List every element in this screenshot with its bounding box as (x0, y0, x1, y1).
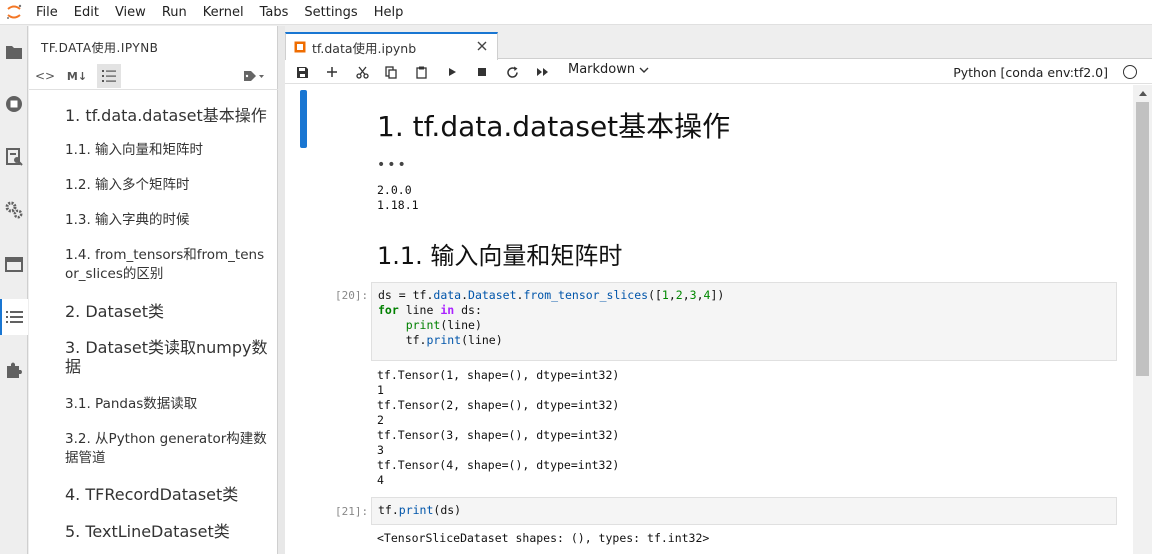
toc-title: TF.DATA使用.IPYNB (41, 41, 159, 55)
cell-collapser[interactable] (300, 90, 307, 148)
toc-item[interactable]: 3.1. Pandas数据读取 (65, 395, 270, 414)
menu-run[interactable]: Run (154, 0, 195, 25)
panel-resize-handle[interactable] (278, 26, 285, 554)
menu-tabs[interactable]: Tabs (252, 0, 297, 25)
markdown-heading-1: 1. tf.data.dataset基本操作 (377, 110, 731, 143)
toc-item[interactable]: 2. Dataset类 (65, 302, 270, 321)
chevron-down-icon (639, 66, 649, 74)
toc-toolbar: <> M↓ (29, 62, 278, 90)
markdown-heading-2: 1.1. 输入向量和矩阵时 (377, 242, 623, 270)
toc-item[interactable]: 1.1. 输入向量和矩阵时 (65, 141, 270, 160)
notebook-toolbar: Markdown Python [conda env:tf2.0] (285, 60, 1152, 84)
toc-item[interactable]: 3. Dataset类读取numpy数据 (65, 338, 270, 376)
cut-icon[interactable] (349, 60, 375, 84)
code-cell-editor[interactable]: ds = tf.data.Dataset.from_tensor_slices(… (371, 282, 1117, 361)
add-cell-icon[interactable] (319, 60, 345, 84)
code-line: tf.print(line) (378, 333, 503, 347)
close-icon[interactable] (473, 37, 491, 55)
gears-icon[interactable] (0, 192, 28, 228)
fast-forward-icon[interactable] (529, 60, 555, 84)
jupyterlab-window: File Edit View Run Kernel Tabs Settings … (0, 0, 1152, 554)
cell-output: 2.0.0 1.18.1 (377, 183, 419, 212)
commands-icon[interactable] (0, 139, 28, 175)
tag-filter-icon[interactable] (239, 64, 269, 88)
restart-icon[interactable] (499, 60, 525, 84)
cell-prompt: [20]: (335, 289, 369, 302)
toc-item[interactable]: 1.2. 输入多个矩阵时 (65, 176, 270, 195)
folder-icon[interactable] (0, 34, 28, 70)
toc-icon[interactable] (0, 299, 28, 335)
cell-type-value: Markdown (568, 62, 636, 77)
kernel-name[interactable]: Python [conda env:tf2.0] (953, 65, 1108, 80)
menu-file[interactable]: File (28, 0, 66, 25)
kernel-status-icon (1123, 65, 1137, 79)
jupyter-logo-icon (0, 0, 28, 25)
extension-icon[interactable] (0, 352, 28, 388)
scrollbar[interactable] (1133, 85, 1152, 554)
left-sidebar-tabs (0, 26, 28, 554)
toc-item[interactable]: 1.4. from_tensors和from_tensor_slices的区别 (65, 246, 270, 284)
menu-help[interactable]: Help (366, 0, 412, 25)
code-cell-editor[interactable]: tf.print(ds) (371, 497, 1117, 525)
run-icon[interactable] (439, 60, 465, 84)
running-icon[interactable] (0, 86, 28, 122)
paste-icon[interactable] (408, 60, 434, 84)
copy-icon[interactable] (378, 60, 404, 84)
toc-item[interactable]: 1.3. 输入字典的时候 (65, 211, 270, 230)
menu-kernel[interactable]: Kernel (195, 0, 252, 25)
notebook-content: 1. tf.data.dataset基本操作 ••• 2.0.0 1.18.1 … (285, 85, 1133, 554)
cell-prompt: [21]: (335, 505, 369, 518)
table-of-contents-panel: TF.DATA使用.IPYNB <> M↓ 1. tf.data.dataset… (29, 26, 278, 554)
toc-item[interactable]: 3.2. 从Python generator构建数据管道 (65, 430, 270, 468)
toc-item[interactable]: 1. tf.data.dataset基本操作 (65, 106, 270, 125)
stop-icon[interactable] (469, 60, 495, 84)
menu-edit[interactable]: Edit (66, 0, 107, 25)
collapsed-output-ellipsis[interactable]: ••• (377, 157, 408, 173)
code-line: ds = tf.data.Dataset.from_tensor_slices(… (378, 288, 725, 302)
cell-type-dropdown[interactable]: Markdown (568, 62, 649, 77)
scrollbar-thumb[interactable] (1136, 102, 1149, 376)
tab-label: tf.data使用.ipynb (312, 40, 417, 56)
toc-item[interactable]: 5. TextLineDataset类 (65, 522, 270, 541)
main-dock-panel: tf.data使用.ipynb Markdown Python [conda e… (285, 26, 1152, 554)
notebook-tab[interactable]: tf.data使用.ipynb (285, 32, 498, 60)
scroll-up-arrow-icon[interactable] (1133, 85, 1152, 101)
code-toggle-icon[interactable]: <> (33, 64, 57, 88)
cell-output: <TensorSliceDataset shapes: (), types: t… (377, 531, 710, 545)
code-line: print(line) (405, 318, 482, 332)
cell-output: tf.Tensor(1, shape=(), dtype=int32) 1 tf… (377, 368, 620, 487)
menu-view[interactable]: View (107, 0, 154, 25)
code-line: for line in ds: (378, 303, 482, 317)
notebook-icon (294, 41, 306, 53)
menu-settings[interactable]: Settings (296, 0, 365, 25)
save-icon[interactable] (289, 60, 315, 84)
toc-item[interactable]: 4. TFRecordDataset类 (65, 485, 270, 504)
tabs-icon[interactable] (0, 246, 28, 282)
markdown-toggle-icon[interactable]: M↓ (65, 64, 89, 88)
document-tab-bar: tf.data使用.ipynb (285, 26, 1152, 60)
numbering-toggle-icon[interactable] (97, 64, 121, 88)
menu-bar: File Edit View Run Kernel Tabs Settings … (0, 0, 1152, 25)
